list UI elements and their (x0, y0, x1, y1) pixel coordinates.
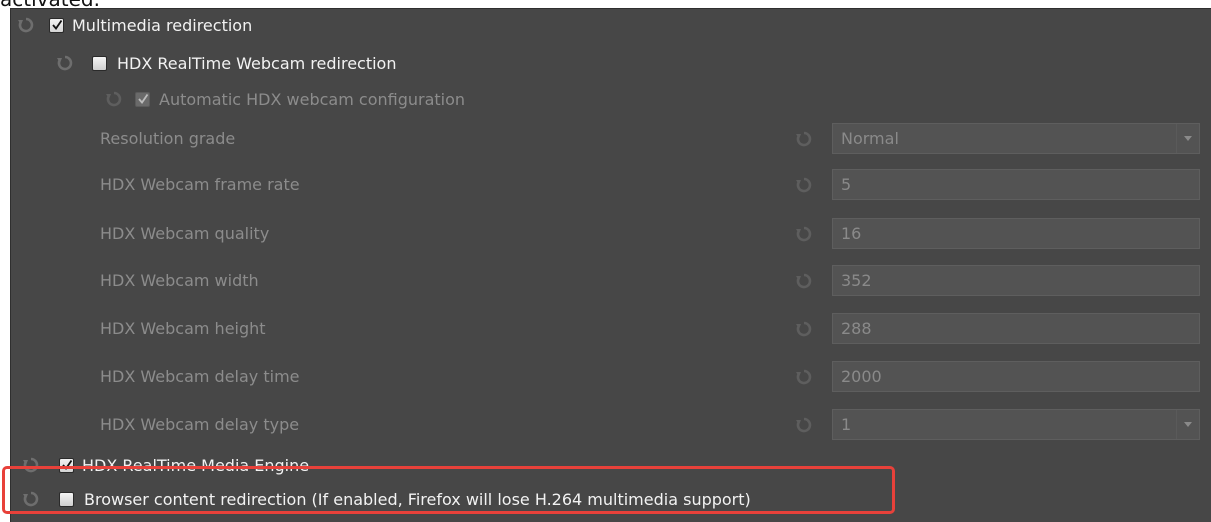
resolution-grade-select: Normal (832, 123, 1200, 154)
hdx-webcam-redirection-label: HDX RealTime Webcam redirection (117, 53, 397, 73)
multimedia-redirection-label: Multimedia redirection (72, 15, 253, 35)
reset-icon (795, 225, 813, 243)
resolution-grade-label: Resolution grade (100, 128, 236, 148)
multimedia-redirection-checkbox[interactable] (49, 17, 64, 33)
auto-webcam-config-row: Automatic HDX webcam configuration (105, 86, 465, 112)
reset-icon (795, 130, 813, 148)
reset-icon (795, 176, 813, 194)
reset-icon[interactable] (56, 54, 74, 72)
hdx-webcam-redirection-row: HDX RealTime Webcam redirection (56, 50, 396, 76)
multimedia-redirection-row: Multimedia redirection (17, 12, 252, 38)
settings-panel: Multimedia redirection HDX RealTime Webc… (10, 8, 1211, 522)
chevron-down-icon (1176, 124, 1199, 153)
height-label: HDX Webcam height (100, 318, 266, 338)
resolution-grade-value: Normal (841, 129, 899, 148)
reset-icon (795, 416, 813, 434)
hdx-webcam-redirection-checkbox[interactable] (92, 55, 107, 71)
reset-icon (795, 272, 813, 290)
frame-rate-input: 5 (832, 169, 1200, 200)
height-input: 288 (832, 313, 1200, 344)
width-input: 352 (832, 265, 1200, 296)
reset-icon (105, 90, 123, 108)
reset-icon (795, 320, 813, 338)
highlight-box (2, 466, 895, 514)
chevron-down-icon (1176, 410, 1199, 439)
reset-icon (795, 368, 813, 386)
frame-rate-label: HDX Webcam frame rate (100, 174, 300, 194)
delay-type-value: 1 (841, 415, 852, 434)
delay-time-input: 2000 (832, 361, 1200, 392)
quality-label: HDX Webcam quality (100, 223, 270, 243)
delay-type-label: HDX Webcam delay type (100, 414, 300, 434)
delay-time-label: HDX Webcam delay time (100, 366, 300, 386)
width-label: HDX Webcam width (100, 270, 259, 290)
delay-type-select: 1 (832, 409, 1200, 440)
reset-icon[interactable] (17, 16, 35, 34)
quality-input: 16 (832, 218, 1200, 249)
auto-webcam-config-label: Automatic HDX webcam configuration (159, 89, 466, 109)
auto-webcam-config-checkbox (135, 91, 150, 107)
